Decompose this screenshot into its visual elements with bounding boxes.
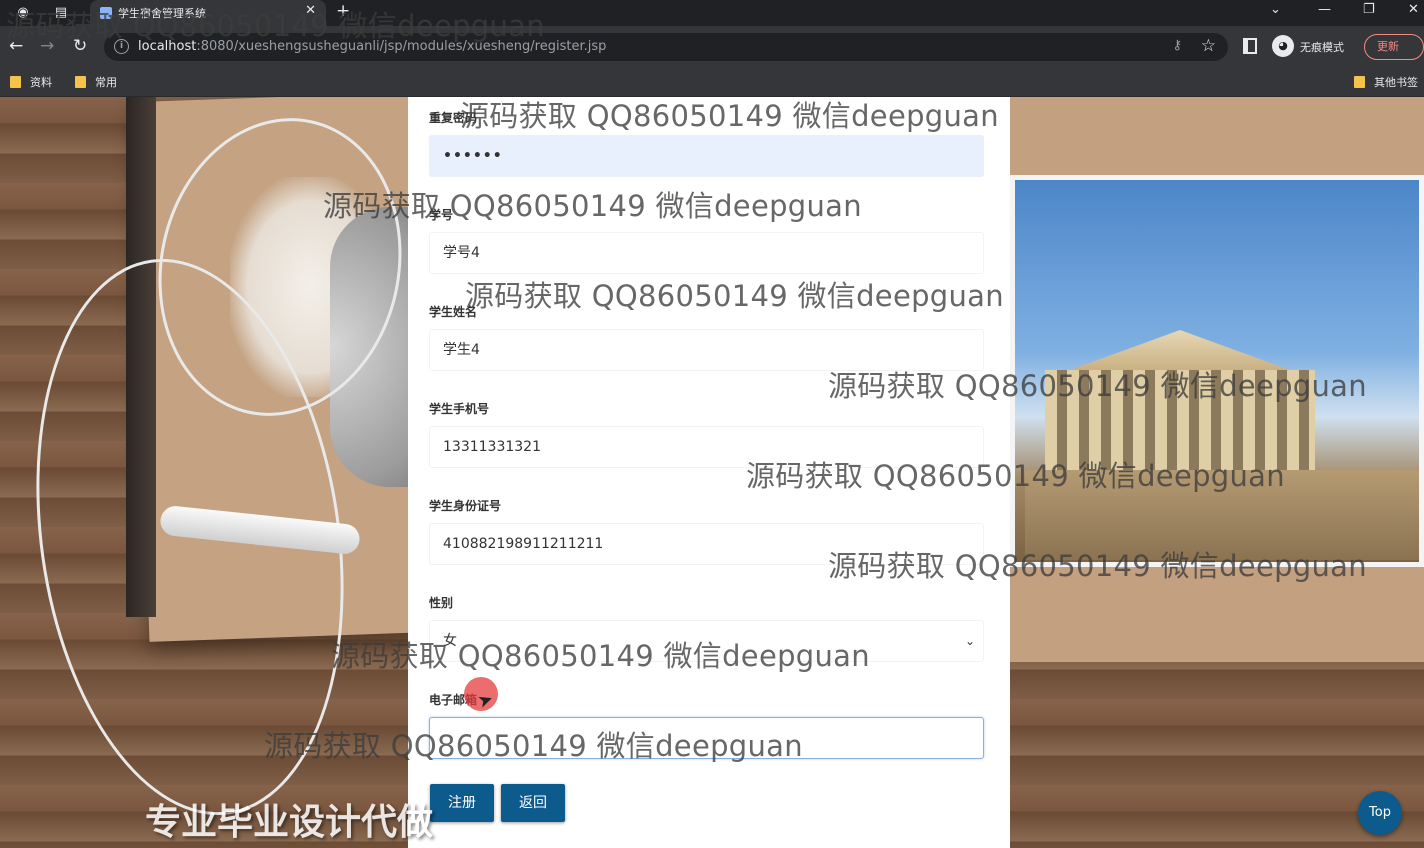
student-idcard-label: 学生身份证号: [429, 499, 502, 513]
minimize-icon[interactable]: —: [1318, 2, 1331, 17]
bookmark-folder-data[interactable]: 资料: [10, 74, 52, 90]
browser-toolbar: ← → ↻ i localhost:8080/xueshengsusheguan…: [0, 26, 1424, 68]
student-idcard-field[interactable]: 410882198911211211: [429, 523, 984, 565]
back-to-top-button[interactable]: Top: [1358, 791, 1402, 835]
new-tab-icon[interactable]: +: [336, 1, 350, 21]
gender-label: 性别: [429, 596, 454, 610]
tab-close-icon[interactable]: ✕: [305, 3, 316, 18]
student-id-field[interactable]: 学号4: [429, 232, 984, 274]
folder-icon: [1354, 76, 1365, 88]
bookmark-folder-common[interactable]: 常用: [75, 74, 117, 90]
student-name-field[interactable]: 学生4: [429, 329, 984, 371]
folder-icon: [10, 76, 21, 88]
forward-icon[interactable]: →: [40, 35, 54, 57]
register-button[interactable]: 注册: [430, 784, 494, 822]
temple-photo-image: [1015, 180, 1419, 562]
site-info-icon[interactable]: i: [114, 39, 129, 54]
repeat-password-field[interactable]: ••••••: [429, 135, 984, 177]
page-viewport: 重复密码 •••••• 学号 学号4 学生姓名 学生4 学生手机号 133113…: [0, 97, 1424, 848]
tab-strip: ◉ ▤ 学生宿舍管理系统 ✕ + ⌄ — ❐ ✕: [0, 0, 1424, 26]
favicon-icon: [100, 7, 112, 19]
email-field[interactable]: [429, 717, 984, 759]
register-form: 重复密码 •••••• 学号 学号4 学生姓名 学生4 学生手机号 133113…: [408, 97, 1010, 848]
gender-value: 女: [443, 633, 457, 649]
update-button[interactable]: 更新: [1364, 34, 1424, 60]
restore-icon[interactable]: ❐: [1363, 2, 1375, 17]
student-id-label: 学号: [429, 208, 454, 222]
temple-columns: [1045, 370, 1315, 480]
incognito-icon[interactable]: ◕: [1272, 35, 1294, 57]
url-text: localhost:8080/xueshengsusheguanli/jsp/m…: [138, 39, 607, 54]
reload-icon[interactable]: ↻: [73, 35, 87, 57]
password-key-icon[interactable]: ⚷: [1172, 38, 1182, 53]
back-button[interactable]: 返回: [501, 784, 565, 822]
gender-select[interactable]: 女 ⌄: [429, 620, 984, 662]
bookmark-folder-other[interactable]: 其他书签: [1354, 74, 1418, 90]
temple-base: [1025, 470, 1419, 560]
temple-roof: [1070, 330, 1290, 370]
active-tab[interactable]: 学生宿舍管理系统 ✕: [90, 0, 326, 26]
student-phone-label: 学生手机号: [429, 402, 490, 416]
address-bar[interactable]: i localhost:8080/xueshengsusheguanli/jsp…: [104, 33, 1228, 61]
back-icon[interactable]: ←: [9, 35, 23, 57]
incognito-label[interactable]: 无痕模式: [1300, 39, 1344, 55]
side-panel-icon[interactable]: [1243, 38, 1257, 54]
folder-icon: [75, 76, 86, 88]
browser-menu-icon[interactable]: ◉: [14, 4, 32, 22]
temple-photo: [1010, 175, 1424, 567]
promo-overlay: 专业毕业设计代做: [145, 802, 434, 843]
bookmark-star-icon[interactable]: ☆: [1201, 36, 1216, 56]
bookmarks-bar: 资料 常用 其他书签: [0, 68, 1424, 97]
tab-title: 学生宿舍管理系统: [118, 7, 206, 20]
student-phone-field[interactable]: 13311331321: [429, 426, 984, 468]
window-close-icon[interactable]: ✕: [1408, 2, 1419, 17]
repeat-password-label: 重复密码: [429, 111, 478, 125]
chevron-down-icon: ⌄: [964, 634, 975, 648]
student-name-label: 学生姓名: [429, 305, 478, 319]
tab-list-icon[interactable]: ⌄: [1270, 2, 1281, 17]
tab-search-icon[interactable]: ▤: [52, 4, 70, 22]
